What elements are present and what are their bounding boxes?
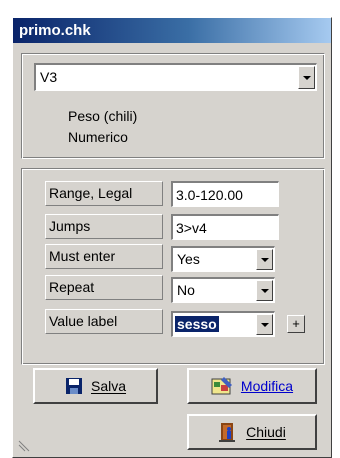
range-label: Range, Legal [45,181,163,206]
close-button[interactable]: Chiudi [187,414,317,450]
must-enter-dropdown-button[interactable] [256,249,273,270]
chevron-down-icon [260,288,269,293]
dialog-window: primo.chk V3 Peso (chili) Numerico Range… [12,17,332,458]
value-label-dropdown-button[interactable] [256,314,273,335]
value-label-select[interactable]: sesso [171,311,275,337]
floppy-disk-icon [65,378,82,394]
must-enter-value: Yes [177,251,200,267]
save-button-label: Salva [90,378,127,394]
window-title: primo.chk [13,18,331,43]
variable-type: Numerico [68,129,128,145]
edit-button[interactable]: Modifica [187,368,317,404]
repeat-select[interactable]: No [171,277,275,303]
chevron-down-icon [302,75,311,80]
repeat-dropdown-button[interactable] [256,280,273,301]
jumps-label: Jumps [45,214,163,239]
value-label-value: sesso [175,316,219,332]
save-button[interactable]: Salva [33,368,158,404]
add-value-label-button[interactable]: + [287,315,305,333]
variable-group: V3 Peso (chili) Numerico [21,53,325,159]
must-enter-select[interactable]: Yes [171,246,275,272]
repeat-label: Repeat [45,275,163,300]
range-input[interactable]: 3.0-120.00 [171,181,279,207]
variable-select-value: V3 [40,69,58,85]
chevron-down-icon [260,257,269,262]
door-exit-icon [219,423,236,442]
must-enter-label: Must enter [45,244,163,269]
variable-select[interactable]: V3 [34,63,317,91]
resize-grip-icon[interactable] [17,439,31,453]
repeat-value: No [177,282,195,298]
jumps-input[interactable]: 3>v4 [171,214,279,240]
close-button-label: Chiudi [246,424,286,440]
value-label-label: Value label [45,309,163,334]
edit-picture-icon [211,377,232,395]
edit-button-label: Modifica [240,378,294,394]
variable-description: Peso (chili) [68,108,138,124]
variable-dropdown-button[interactable] [298,66,315,89]
chevron-down-icon [260,322,269,327]
